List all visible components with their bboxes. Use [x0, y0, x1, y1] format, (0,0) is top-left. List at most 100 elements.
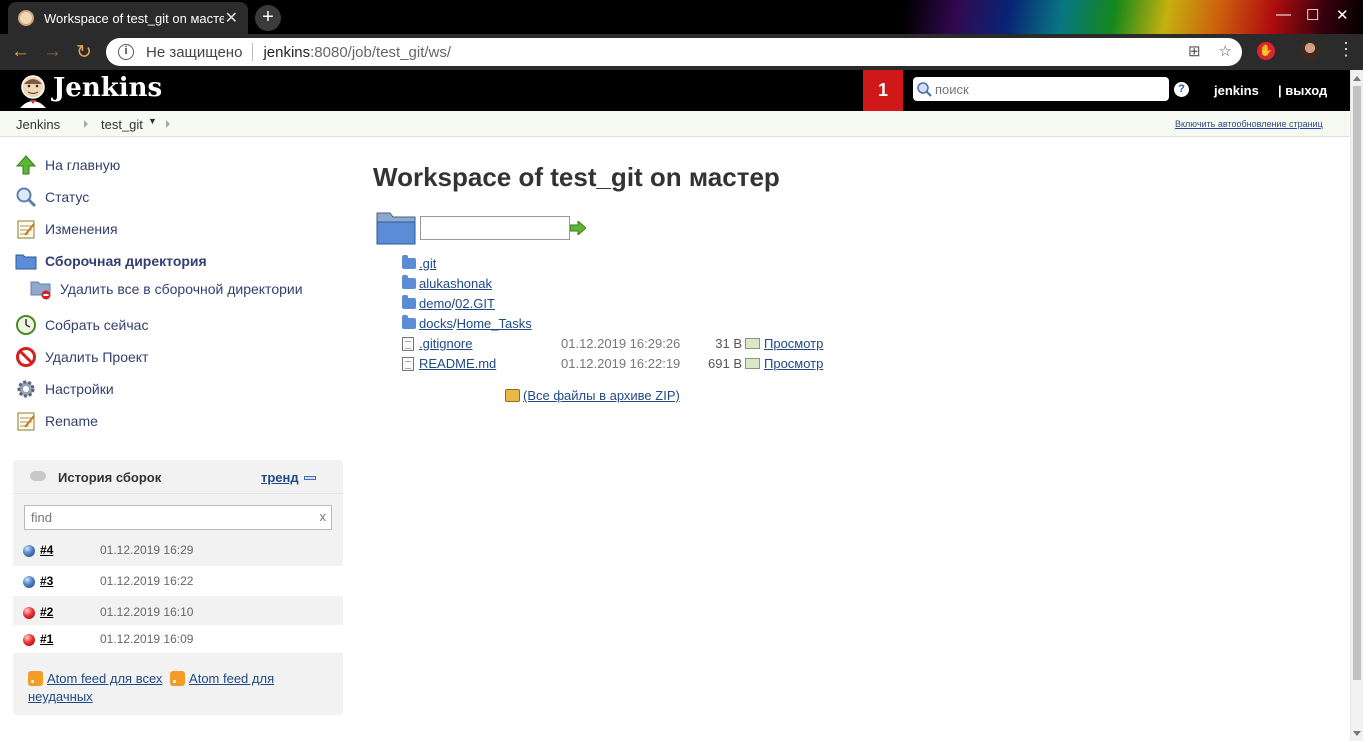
dir-link[interactable]: docks: [419, 316, 453, 331]
enable-autorefresh-link[interactable]: Включить автообновление страниц: [1175, 119, 1323, 129]
task-label: Статус: [45, 189, 90, 205]
file-date: 01.12.2019 16:29:26: [561, 336, 681, 351]
view-file-icon[interactable]: [745, 338, 760, 349]
task-label: Удалить Проект: [45, 349, 149, 365]
build-row: #1 01.12.2019 16:09: [13, 625, 343, 653]
build-filter-input[interactable]: find x: [24, 505, 332, 530]
scrollbar-thumb[interactable]: [1353, 86, 1361, 680]
dir-link[interactable]: demo: [419, 296, 452, 311]
translate-icon[interactable]: ⊞: [1188, 42, 1201, 60]
browser-menu-icon[interactable]: ⋮: [1337, 39, 1355, 60]
browser-tab[interactable]: Workspace of test_git on масте ✕: [8, 2, 248, 34]
extension-hand-icon[interactable]: ✋: [1257, 42, 1275, 60]
file-link[interactable]: README.md: [419, 356, 496, 371]
breadcrumb-arrow-icon: [166, 120, 170, 128]
task-delete-project[interactable]: Удалить Проект: [15, 346, 148, 368]
jenkins-favicon-icon: [18, 10, 34, 26]
trend-icon[interactable]: [304, 476, 316, 480]
search-input[interactable]: [935, 81, 1165, 97]
address-host: jenkins: [263, 43, 311, 61]
task-build-now[interactable]: Собрать сейчас: [15, 314, 148, 336]
file-link[interactable]: .gitignore: [419, 336, 472, 351]
workspace-entry-dir: docks / Home_Tasks: [402, 315, 532, 331]
folder-icon: [402, 315, 416, 329]
build-number-link[interactable]: #4: [40, 543, 53, 557]
folder-icon: [402, 255, 416, 269]
build-number-link[interactable]: #3: [40, 574, 53, 588]
build-number-link[interactable]: #2: [40, 605, 53, 619]
no-entry-icon: [16, 347, 36, 367]
path-pattern-input[interactable]: [420, 216, 570, 240]
workspace-entry-dir: alukashonak: [402, 275, 492, 291]
close-window-icon[interactable]: ✕: [1336, 6, 1349, 24]
build-number-link[interactable]: #1: [40, 632, 53, 646]
minimize-icon[interactable]: —: [1276, 6, 1291, 23]
bookmark-star-icon[interactable]: ☆: [1219, 42, 1232, 60]
rss-feed-icon: [28, 671, 43, 686]
view-file-icon[interactable]: [745, 358, 760, 369]
atom-feed-failed-link-cont[interactable]: неудачных: [28, 689, 93, 704]
task-workspace[interactable]: Сборочная директория: [15, 250, 207, 272]
scroll-up-arrow-icon[interactable]: [1353, 76, 1361, 81]
tab-title: Workspace of test_git on масте: [44, 10, 224, 26]
breadcrumb-jenkins[interactable]: Jenkins: [16, 117, 60, 132]
build-date: 01.12.2019 16:09: [100, 632, 194, 646]
workspace-entry-file: .gitignore: [402, 336, 472, 351]
maximize-icon[interactable]: ☐: [1306, 6, 1319, 24]
workspace-entry-file: README.md: [402, 356, 496, 371]
task-configure[interactable]: Настройки: [15, 378, 114, 400]
help-icon[interactable]: ?: [1174, 82, 1189, 97]
task-wipe-workspace[interactable]: Удалить все в сборочной директории: [30, 278, 303, 300]
reload-icon[interactable]: ↻: [76, 41, 92, 64]
task-rename[interactable]: Rename: [15, 410, 98, 432]
trend-link[interactable]: тренд: [261, 470, 299, 485]
atom-feed-all-link[interactable]: Atom feed для всех: [47, 671, 162, 686]
browser-tab-bar: Workspace of test_git on масте ✕ + — ☐ ✕: [0, 0, 1363, 34]
task-label: Собрать сейчас: [45, 317, 149, 333]
new-tab-button[interactable]: +: [255, 5, 281, 31]
breadcrumb-test-git[interactable]: test_git: [101, 117, 143, 132]
folder-icon: [402, 275, 416, 289]
task-label: Изменения: [45, 221, 118, 237]
file-size: 691 B: [708, 356, 742, 371]
dir-link[interactable]: alukashonak: [419, 276, 492, 291]
folder-icon: [15, 254, 37, 270]
clear-filter-icon[interactable]: x: [320, 509, 327, 524]
task-home[interactable]: На главную: [15, 154, 120, 176]
forward-arrow-icon[interactable]: →: [43, 41, 62, 63]
build-status-red-ball-icon: [23, 634, 35, 646]
task-changes[interactable]: Изменения: [15, 218, 118, 240]
filter-placeholder: find: [31, 510, 52, 525]
jenkins-logo-text[interactable]: Jenkins: [53, 73, 162, 103]
logout-link[interactable]: | выход: [1278, 83, 1327, 98]
workspace-entry-dir: .git: [402, 255, 436, 271]
notepad-icon: [17, 220, 35, 239]
jenkins-header: Jenkins 1 ? jenkins | выход: [0, 70, 1350, 111]
build-status-blue-ball-icon: [23, 576, 35, 588]
monitoring-alert-badge[interactable]: 1: [863, 70, 903, 111]
go-arrow-icon[interactable]: [570, 221, 586, 235]
scroll-down-arrow-icon[interactable]: [1353, 731, 1361, 736]
workspace-folder-icon: [376, 212, 416, 245]
task-label: Rename: [45, 413, 98, 429]
user-link[interactable]: jenkins: [1214, 83, 1259, 98]
breadcrumb: Jenkins test_git ▼ Включить автообновлен…: [0, 111, 1350, 137]
dir-link[interactable]: .git: [419, 256, 436, 271]
close-tab-icon[interactable]: ✕: [225, 8, 238, 28]
profile-avatar[interactable]: [1300, 41, 1320, 61]
view-file-link[interactable]: Просмотр: [764, 336, 823, 351]
dir-link[interactable]: 02.GIT: [455, 296, 495, 311]
dir-link[interactable]: Home_Tasks: [457, 316, 532, 331]
breadcrumb-dropdown-icon[interactable]: ▼: [148, 116, 157, 126]
task-status[interactable]: Статус: [15, 186, 89, 208]
atom-feed-failed-link[interactable]: Atom feed для: [189, 671, 274, 686]
gear-icon: [17, 380, 35, 398]
build-row: #3 01.12.2019 16:22: [13, 566, 343, 596]
zip-download-link[interactable]: (Все файлы в архиве ZIP): [523, 388, 680, 403]
view-file-link[interactable]: Просмотр: [764, 356, 823, 371]
info-icon[interactable]: i: [118, 44, 134, 60]
build-history-title: История сборок: [58, 470, 162, 485]
task-label: На главную: [45, 157, 121, 173]
address-bar[interactable]: i Не защищено jenkins :8080/job/test_git…: [106, 38, 1242, 66]
back-arrow-icon[interactable]: ←: [11, 41, 30, 63]
